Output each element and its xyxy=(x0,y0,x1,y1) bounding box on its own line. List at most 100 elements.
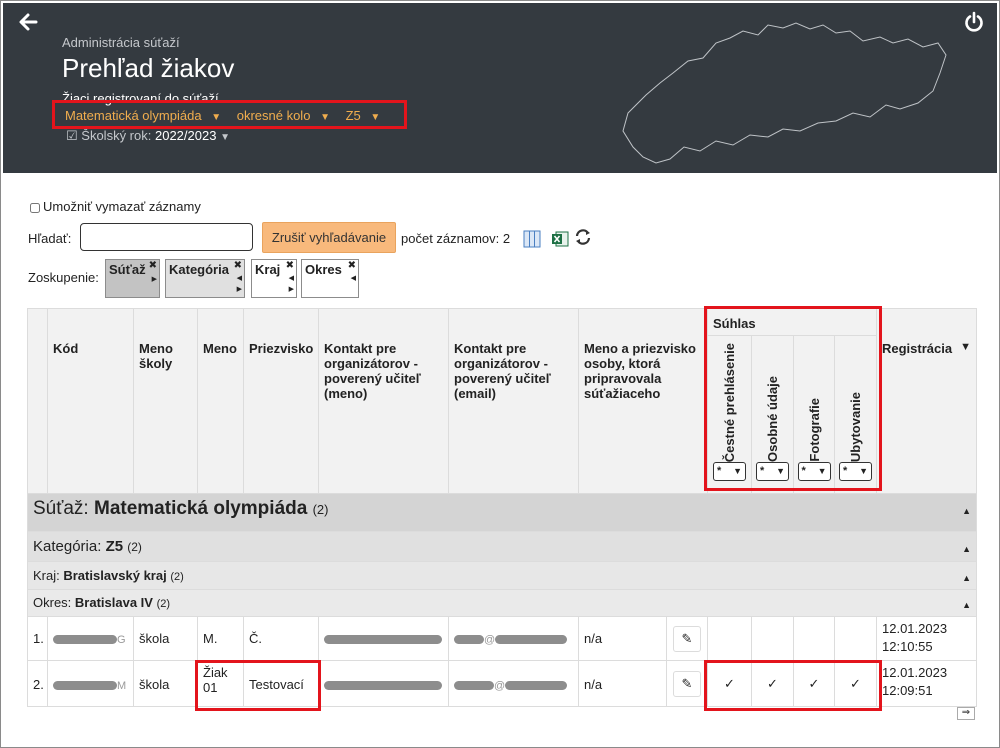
row-number: 2. xyxy=(27,660,48,707)
consent-personal-cell xyxy=(751,616,794,661)
collapse-icon[interactable]: ▲ xyxy=(962,544,971,554)
students-table: Kód Meno školy Meno Priezvisko Kontakt p… xyxy=(27,308,977,707)
collapse-icon[interactable]: ▲ xyxy=(962,600,971,610)
arrow-left-icon[interactable]: ◀ xyxy=(351,274,356,282)
grouping-chip-category[interactable]: Kategória ✖ ◀ ▶ xyxy=(165,259,245,298)
column-header-first-name[interactable]: Meno xyxy=(197,308,244,494)
redacted-text xyxy=(324,681,442,691)
category-filter[interactable]: Z5 ▼ xyxy=(346,108,387,123)
group-row-region[interactable]: Kraj: Bratislavský kraj (2) ▲ xyxy=(27,561,977,590)
close-icon[interactable]: ✖ xyxy=(286,260,294,271)
row-number-header xyxy=(27,308,48,494)
chip-label: Súťaž xyxy=(109,262,146,277)
school-cell: škola xyxy=(133,616,198,661)
chip-label: Kraj xyxy=(255,262,281,277)
first-name-cell: Žiak 01 xyxy=(197,660,244,707)
group-count: (2) xyxy=(127,540,142,554)
last-name-cell: Testovací xyxy=(243,660,319,707)
table-row[interactable]: 1. G škola M. Č. @ n/a ✎ 12.01.2023 12:10… xyxy=(27,616,977,661)
grouping-label: Zoskupenie: xyxy=(28,270,99,285)
group-row-district[interactable]: Okres: Bratislava IV (2) ▲ xyxy=(27,589,977,617)
personal-data-filter-select[interactable]: * ▼ xyxy=(756,462,789,481)
collapse-icon[interactable]: ▲ xyxy=(962,573,971,583)
search-input[interactable] xyxy=(80,223,253,251)
edit-button[interactable]: ✎ xyxy=(673,625,701,652)
arrow-right-icon[interactable]: ▶ xyxy=(237,285,242,293)
school-year-value: 2022/2023 xyxy=(154,128,217,143)
allow-delete-checkbox[interactable] xyxy=(30,202,40,213)
consent-personal-cell: ✓ xyxy=(751,660,794,707)
chevron-down-icon: ▼ xyxy=(220,132,230,143)
page-subtitle: Žiaci registrovaní do súťaží xyxy=(62,91,219,106)
honor-declaration-filter-select[interactable]: * ▼ xyxy=(713,462,746,481)
column-header-honor-declaration[interactable]: Čestné prehlásenie * ▼ xyxy=(707,335,752,494)
accommodation-filter-select[interactable]: * ▼ xyxy=(839,462,872,481)
code-cell: G xyxy=(47,616,134,661)
column-header-code[interactable]: Kód xyxy=(47,308,134,494)
column-header-school[interactable]: Meno školy xyxy=(133,308,198,494)
grouping-chip-region[interactable]: Kraj ✖ ◀ ▶ xyxy=(251,259,297,298)
allow-delete-toggle[interactable]: Umožniť vymazať záznamy xyxy=(30,199,201,214)
personal-data-label: Osobné údaje xyxy=(765,376,780,462)
group-row-category[interactable]: Kategória: Z5 (2) ▲ xyxy=(27,531,977,562)
slovakia-map-outline xyxy=(622,22,947,164)
arrow-left-icon[interactable]: ◀ xyxy=(289,274,294,282)
refresh-icon[interactable] xyxy=(574,228,592,246)
excel-export-icon[interactable] xyxy=(551,230,569,248)
consent-accommodation-cell xyxy=(834,616,877,661)
contact-name-cell xyxy=(318,660,449,707)
preparer-cell: n/a xyxy=(578,660,667,707)
group-label: Okres: xyxy=(33,595,72,610)
column-header-preparer[interactable]: Meno a priezvisko osoby, ktorá pripravov… xyxy=(578,308,708,494)
accommodation-label: Ubytovanie xyxy=(848,391,863,462)
sort-desc-icon[interactable]: ▼ xyxy=(960,341,971,353)
record-count: počet záznamov: 2 xyxy=(401,231,511,246)
grouping-chip-competition[interactable]: Súťaž ✖ ▶ xyxy=(105,259,160,298)
grouping-chip-district[interactable]: Okres ✖ ◀ xyxy=(301,259,359,298)
group-value: Matematická olympiáda xyxy=(94,498,308,519)
redacted-text xyxy=(505,681,568,691)
school-cell: škola xyxy=(133,660,198,707)
group-count: (2) xyxy=(170,571,184,583)
round-filter[interactable]: okresné kolo ▼ xyxy=(237,108,336,123)
last-name-cell: Č. xyxy=(243,616,319,661)
scroll-right-button[interactable]: ⇒ xyxy=(957,707,975,720)
code-cell: M xyxy=(47,660,134,707)
edit-cell: ✎ xyxy=(666,616,708,661)
close-icon[interactable]: ✖ xyxy=(149,260,157,271)
back-arrow-icon[interactable] xyxy=(17,11,39,33)
group-value: Z5 xyxy=(105,538,124,555)
arrow-left-icon[interactable]: ◀ xyxy=(237,274,242,282)
school-year-selector[interactable]: ☑ Školský rok: 2022/2023 ▼ xyxy=(66,128,230,144)
arrow-right-icon[interactable]: ▶ xyxy=(289,285,294,293)
column-header-registration[interactable]: Registrácia ▼ xyxy=(876,308,977,494)
consent-photos-cell: ✓ xyxy=(793,660,835,707)
cancel-search-button[interactable]: Zrušiť vyhľadávanie xyxy=(262,222,396,253)
close-icon[interactable]: ✖ xyxy=(348,260,356,271)
consent-honor-cell xyxy=(707,616,752,661)
registration-cell: 12.01.2023 12:10:55 xyxy=(876,616,977,661)
arrow-right-icon[interactable]: ▶ xyxy=(152,275,157,283)
redacted-text xyxy=(454,681,494,691)
collapse-icon[interactable]: ▲ xyxy=(962,506,971,516)
column-header-contact-email[interactable]: Kontakt pre organizátorov - poverený uči… xyxy=(448,308,579,494)
columns-icon[interactable] xyxy=(523,230,541,248)
edit-button[interactable]: ✎ xyxy=(673,670,701,697)
contact-email-cell: @ xyxy=(448,660,579,707)
registration-label: Registrácia xyxy=(882,341,953,356)
contact-name-cell xyxy=(318,616,449,661)
close-icon[interactable]: ✖ xyxy=(234,260,242,271)
group-label: Kategória: xyxy=(33,538,102,555)
redacted-text xyxy=(454,635,484,645)
column-header-last-name[interactable]: Priezvisko xyxy=(243,308,319,494)
competition-filter[interactable]: Matematická olympiáda ▼ xyxy=(65,108,227,123)
consent-accommodation-cell: ✓ xyxy=(834,660,877,707)
column-header-contact-name[interactable]: Kontakt pre organizátorov - poverený uči… xyxy=(318,308,449,494)
group-row-competition[interactable]: Súťaž: Matematická olympiáda (2) ▲ xyxy=(27,493,977,532)
power-icon[interactable] xyxy=(963,11,985,33)
table-row[interactable]: 2. M škola Žiak 01 Testovací @ n/a ✎ ✓ ✓… xyxy=(27,660,977,707)
photos-filter-select[interactable]: * ▼ xyxy=(797,462,831,481)
column-header-personal-data[interactable]: Osobné údaje * ▼ xyxy=(751,335,794,494)
column-header-accommodation[interactable]: Ubytovanie * ▼ xyxy=(834,335,877,494)
column-header-photos[interactable]: Fotografie * ▼ xyxy=(793,335,835,494)
